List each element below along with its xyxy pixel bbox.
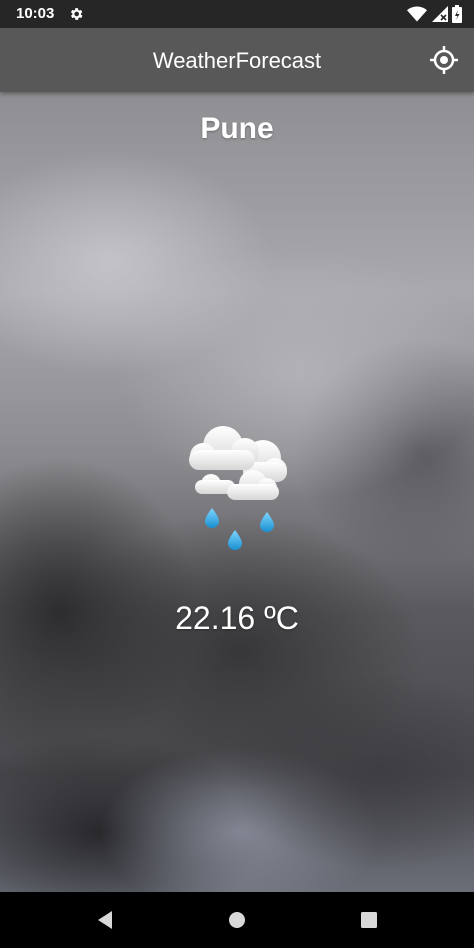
gear-icon	[70, 8, 83, 20]
my-location-icon[interactable]	[428, 44, 460, 76]
home-icon[interactable]	[225, 908, 249, 932]
app-title: WeatherForecast	[152, 48, 322, 73]
status-bar: 10:03	[0, 0, 474, 28]
rain-clouds-icon	[189, 426, 287, 550]
signal-icon	[431, 6, 448, 22]
battery-icon	[452, 5, 462, 23]
wifi-icon	[407, 6, 428, 22]
status-time: 10:03	[16, 5, 55, 22]
app-bar: WeatherForecast	[0, 28, 474, 92]
recents-icon[interactable]	[357, 908, 381, 932]
city-name: Pune	[200, 112, 274, 145]
weather-background: Pune 22.16 ºC	[0, 92, 474, 892]
navigation-bar	[0, 892, 474, 948]
back-icon[interactable]	[94, 908, 118, 932]
status-icons	[407, 5, 462, 23]
temperature: 22.16 ºC	[175, 600, 299, 636]
